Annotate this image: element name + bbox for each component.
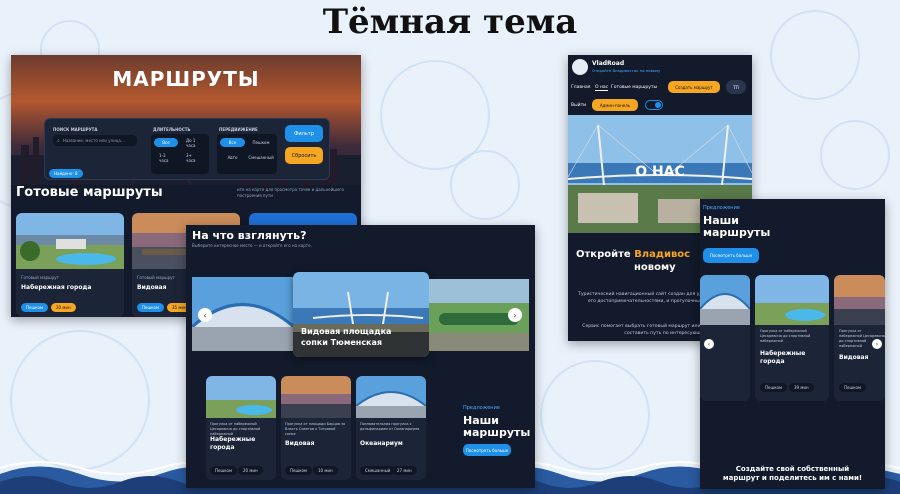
sight-title: Видовая <box>285 440 315 447</box>
site-header: VladRoad Откройте Владивосток по-новому … <box>568 55 752 115</box>
duration-option-all[interactable]: Все <box>154 138 178 147</box>
ready-routes-heading: Готовые маршруты <box>16 185 163 200</box>
route-time-badge: 39 мин <box>789 383 814 392</box>
route-time-badge: 20 мин <box>51 303 76 312</box>
sight-title: Океанариум <box>360 440 403 447</box>
logo-name: VladRoad <box>592 60 625 67</box>
offer-label: Предложение <box>463 405 500 411</box>
sunset-view-photo <box>281 376 351 418</box>
about-headline-part2: новому <box>634 262 676 273</box>
route-mode-badge: Пешком <box>21 303 49 312</box>
duration-options: Все До 1 часа 1-3 часа 3+ часа <box>151 134 209 174</box>
nav-ready-routes[interactable]: Готовые маршруты <box>611 85 657 90</box>
route-mode-badge: Пешком <box>839 383 867 392</box>
route-title: Видовая <box>839 354 869 361</box>
oceanarium-photo <box>700 275 750 325</box>
sights-page-screenshot: На что взглянуть? Выберите интересное ме… <box>186 225 535 488</box>
theme-toggle[interactable] <box>645 100 663 110</box>
transport-option-walk[interactable]: Пешком <box>248 138 274 147</box>
duration-label: ДЛИТЕЛЬНОСТЬ <box>153 127 191 132</box>
sight-mode-badge: Пешком <box>210 466 238 475</box>
carousel-next-arrow[interactable]: › <box>872 339 882 349</box>
route-mode-badge: Пешком <box>137 303 165 312</box>
logo-icon <box>572 59 588 75</box>
logout-link[interactable]: Выйти <box>571 103 586 108</box>
carousel-prev-arrow[interactable]: ‹ <box>704 339 714 349</box>
route-card-partial[interactable]: Прогулка от набережной Цесаревича до спо… <box>834 275 885 401</box>
apply-filter-button[interactable]: Фильтр <box>285 125 323 142</box>
featured-sight-caption: Видовая площадка сопки Тюменская <box>301 327 392 347</box>
sight-desc: Прогулка от площади Борцов за Власть Сов… <box>285 422 346 436</box>
transport-label: ПЕРЕДВИЖЕНИЕ <box>219 127 258 132</box>
route-title: Набережные города <box>760 350 806 365</box>
route-tag: Готовый маршрут <box>137 275 175 280</box>
create-route-cta: Создайте свой собственный маршрут и поде… <box>722 465 863 482</box>
carousel-next-arrow[interactable]: › <box>508 308 522 322</box>
nav-home[interactable]: Главная <box>571 85 590 90</box>
sight-card[interactable]: Прогулка от площади Борцов за Власть Сов… <box>281 376 351 480</box>
search-label: ПОИСК МАРШРУТА <box>53 127 98 132</box>
routes-hero-title: МАРШРУТЫ <box>112 67 260 91</box>
logo-tagline: Откройте Владивосток по-новому <box>592 68 661 73</box>
offer-title: Наши маршруты <box>463 414 531 439</box>
user-avatar[interactable]: ТП <box>726 80 746 94</box>
sight-mode-badge: Пешком <box>285 466 313 475</box>
see-more-button[interactable]: Посмотреть больше <box>703 248 759 263</box>
sight-desc: Прогулка от набережной Цесаревича до спо… <box>210 422 261 436</box>
mobile-routes-screenshot: Предложение Наши маршруты Посмотреть бол… <box>700 199 885 489</box>
route-mode-badge: Пешком <box>760 383 788 392</box>
duration-option-3h[interactable]: 3+ часа <box>181 153 206 163</box>
sight-desc: Познавательная прогулка с дельфинарием о… <box>360 422 420 431</box>
sight-time-badge: 10 мин <box>313 466 338 475</box>
transport-options: Все Пешком Авто Смешанный <box>217 134 277 174</box>
sunset-view-photo <box>834 275 885 325</box>
route-search-input[interactable]: ⌕ Название, место или улица... <box>53 135 137 146</box>
sight-time-badge: 20 мин <box>238 466 263 475</box>
sights-subtitle: Выберите интересное место — и откройте е… <box>192 243 312 248</box>
nav-about[interactable]: О нас <box>595 85 609 91</box>
offer-title: Наши маршруты <box>703 214 771 239</box>
embankment-photo <box>16 213 124 269</box>
oceanarium-photo <box>356 376 426 418</box>
search-placeholder: Название, место или улица... <box>62 138 125 143</box>
route-title: Набережная города <box>21 284 92 291</box>
route-card[interactable]: Готовый маршрут Набережная города Пешком… <box>16 213 124 317</box>
slide-title: Тёмная тема <box>322 2 578 42</box>
route-tag: Готовый маршрут <box>21 275 59 280</box>
route-title: Видовая <box>137 284 167 291</box>
transport-option-all[interactable]: Все <box>220 138 245 147</box>
duration-option-1-3h[interactable]: 1-3 часа <box>154 153 178 163</box>
search-icon: ⌕ <box>57 137 60 144</box>
sight-title: Набережные города <box>210 436 256 451</box>
admin-panel-button[interactable]: Админ-панель <box>592 99 638 111</box>
sights-heading: На что взглянуть? <box>192 229 307 242</box>
featured-sight-card[interactable]: Видовая площадка сопки Тюменская <box>293 272 429 357</box>
embankment-photo <box>755 275 829 325</box>
embankment-photo <box>206 376 276 418</box>
transport-option-car[interactable]: Авто <box>220 153 245 162</box>
route-desc: Прогулка от набережной Цесаревича до спо… <box>760 329 811 343</box>
sight-card[interactable]: Познавательная прогулка с дельфинарием о… <box>356 376 426 480</box>
about-headline-highlight: Владивос <box>634 249 691 260</box>
about-headline-part1: Откройте <box>576 249 635 260</box>
route-filter-panel: ПОИСК МАРШРУТА ⌕ Название, место или ули… <box>44 118 330 180</box>
map-hint-text: ите на карте для просмотра точек и дальн… <box>237 187 344 198</box>
sight-time-badge: 27 мин <box>392 466 417 475</box>
create-route-button[interactable]: Создать маршрут <box>668 81 720 93</box>
sight-card[interactable]: Прогулка от набережной Цесаревича до спо… <box>206 376 276 480</box>
about-hero-title: О НАС <box>635 164 685 180</box>
duration-option-1h[interactable]: До 1 часа <box>181 138 206 148</box>
carousel-prev-arrow[interactable]: ‹ <box>198 308 212 322</box>
sight-mode-badge: Смешанный <box>360 466 396 475</box>
theme-toggle-knob <box>655 102 661 108</box>
offer-label: Предложение <box>703 205 740 211</box>
transport-option-mixed[interactable]: Смешанный <box>248 153 274 162</box>
see-more-button[interactable]: Посмотреть больше <box>463 444 511 456</box>
found-count-badge: Найдено: 8 <box>49 169 83 178</box>
route-card[interactable]: Прогулка от набережной Цесаревича до спо… <box>755 275 829 401</box>
reset-filter-button[interactable]: Сбросить <box>285 147 323 164</box>
route-card-partial[interactable]: ‹ <box>700 275 750 401</box>
